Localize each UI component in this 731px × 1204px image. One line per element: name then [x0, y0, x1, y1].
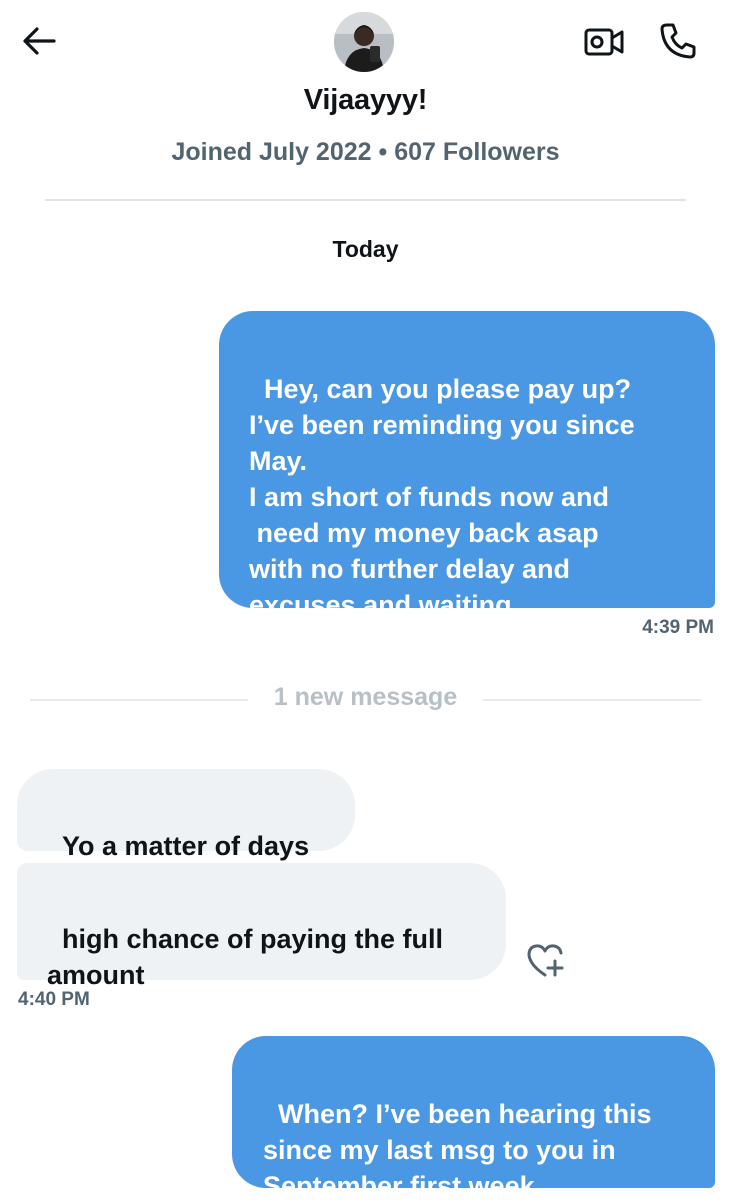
- add-reaction-button[interactable]: [520, 938, 570, 982]
- profile-photo: [334, 12, 394, 72]
- avatar[interactable]: [334, 12, 394, 72]
- date-label: Today: [332, 236, 399, 262]
- add-reaction-heart-icon: [527, 944, 564, 977]
- header-divider: [45, 199, 686, 201]
- message-time: 4:39 PM: [642, 617, 714, 638]
- message-text: When? I’ve been hearing this since my la…: [263, 1099, 652, 1201]
- new-message-label: 1 new message: [273, 683, 458, 711]
- message-time: 4:40 PM: [18, 989, 90, 1010]
- new-message-divider-right: [483, 699, 701, 701]
- phone-call-icon: [660, 23, 696, 59]
- video-call-button[interactable]: [578, 20, 630, 64]
- back-arrow-icon: [23, 27, 56, 55]
- message-bubble-sent[interactable]: When? I’ve been hearing this since my la…: [232, 1036, 715, 1201]
- profile-meta: Joined July 2022 • 607 Followers: [171, 138, 560, 166]
- message-text: high chance of paying the full amount: [47, 924, 444, 990]
- profile-name[interactable]: Vijaayyy!: [0, 84, 731, 117]
- message-bubble-received[interactable]: high chance of paying the full amount: [17, 863, 506, 990]
- message-text: Yo a matter of days: [62, 831, 310, 861]
- phone-call-button[interactable]: [652, 18, 704, 64]
- back-button[interactable]: [14, 20, 64, 62]
- video-call-icon: [584, 28, 624, 56]
- message-text: Hey, can you please pay up? I’ve been re…: [249, 374, 635, 620]
- message-bubble-sent[interactable]: Hey, can you please pay up? I’ve been re…: [219, 311, 715, 620]
- message-bubble-received[interactable]: Yo a matter of days: [17, 769, 355, 861]
